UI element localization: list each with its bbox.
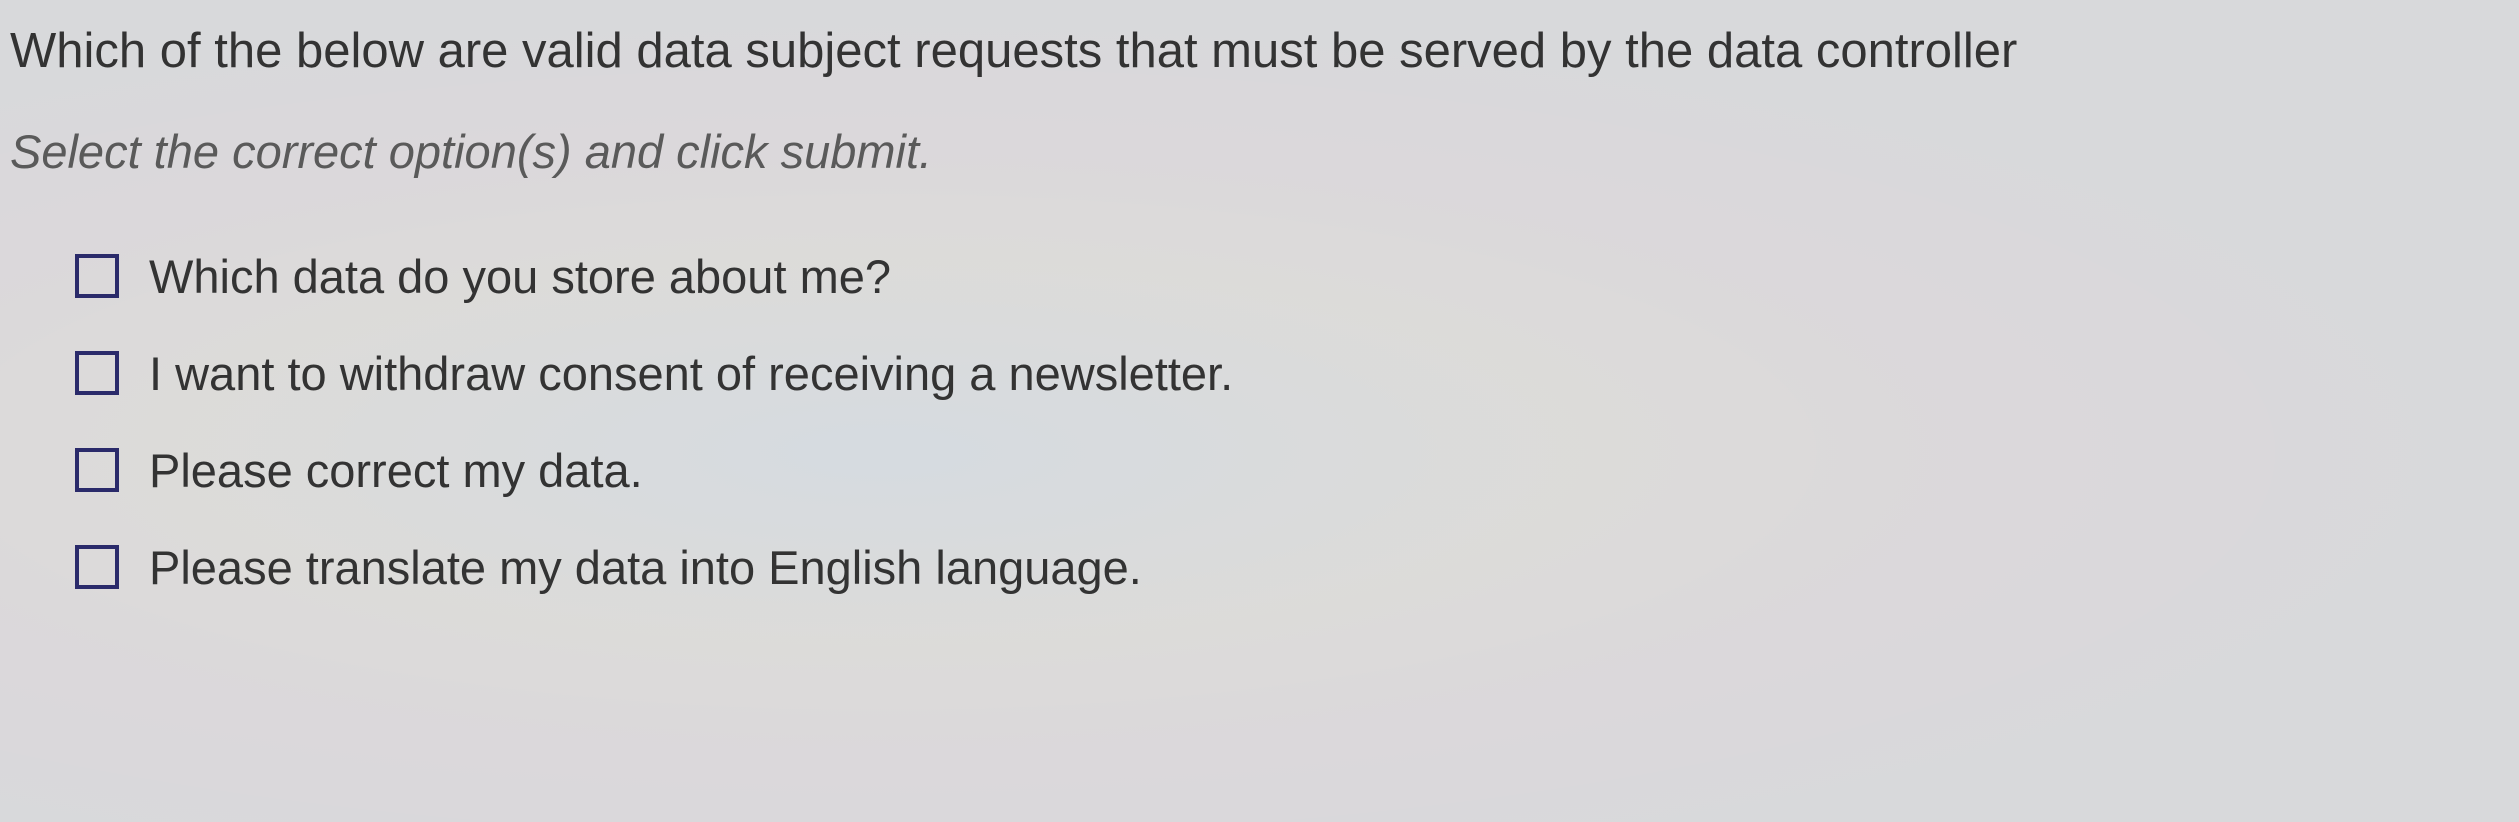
option-label[interactable]: Please translate my data into English la… xyxy=(149,540,1142,595)
option-label[interactable]: Please correct my data. xyxy=(149,443,643,498)
option-label[interactable]: Which data do you store about me? xyxy=(149,249,891,304)
option-row: I want to withdraw consent of receiving … xyxy=(75,346,2509,401)
question-text: Which of the below are valid data subjec… xyxy=(10,20,2509,84)
checkbox-option-2[interactable] xyxy=(75,351,119,395)
option-row: Please correct my data. xyxy=(75,443,2509,498)
checkbox-option-4[interactable] xyxy=(75,545,119,589)
option-row: Which data do you store about me? xyxy=(75,249,2509,304)
instruction-text: Select the correct option(s) and click s… xyxy=(10,124,2509,179)
checkbox-option-1[interactable] xyxy=(75,254,119,298)
options-container: Which data do you store about me? I want… xyxy=(10,249,2509,595)
option-label[interactable]: I want to withdraw consent of receiving … xyxy=(149,346,1233,401)
checkbox-option-3[interactable] xyxy=(75,448,119,492)
option-row: Please translate my data into English la… xyxy=(75,540,2509,595)
